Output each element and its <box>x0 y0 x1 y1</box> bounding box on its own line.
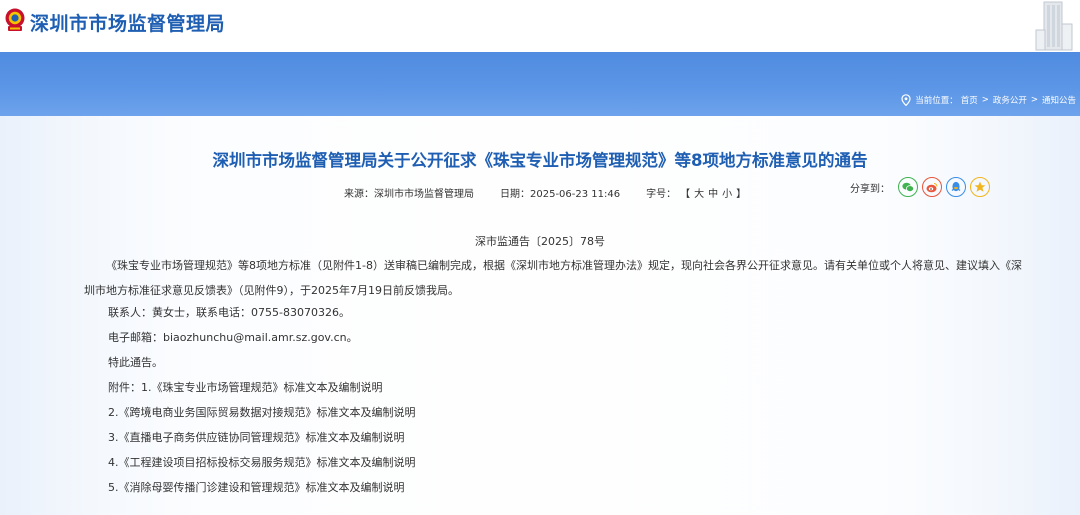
breadcrumb-gov-affairs[interactable]: 政务公开 <box>993 94 1027 106</box>
breadcrumb: 当前位置： 首页 > 政务公开 > 通知公告 <box>900 94 1076 106</box>
contact-line: 联系人：黄女士，联系电话：0755-83070326。 <box>108 306 350 319</box>
source-label: 来源： <box>344 189 374 200</box>
font-size-control: 字号： 【 大 中 小 】 <box>646 185 746 200</box>
site-header: 深圳市市场监督管理局 <box>0 0 1080 52</box>
date-value: 2025-06-23 11:46 <box>530 189 621 200</box>
notice-line: 特此通告。 <box>108 356 163 369</box>
font-size-bracket-open: 【 <box>680 189 691 200</box>
site-title[interactable]: 深圳市市场监督管理局 <box>30 9 225 36</box>
attachment-link[interactable]: 3.《直播电子商务供应链协同管理规范》标准文本及编制说明 <box>108 429 405 445</box>
font-size-label: 字号： <box>646 189 677 200</box>
font-size-bracket-close: 】 <box>736 189 747 200</box>
article-content: 深圳市市场监督管理局关于公开征求《珠宝专业市场管理规范》等8项地方标准意见的通告… <box>0 116 1080 515</box>
breadcrumb-separator: > <box>1030 95 1038 105</box>
qzone-icon <box>974 181 986 192</box>
breadcrumb-home[interactable]: 首页 <box>961 94 978 106</box>
document-number: 深市监通告〔2025〕78号 <box>475 235 605 248</box>
attachment-link[interactable]: 5.《消除母婴传播门诊建设和管理规范》标准文本及编制说明 <box>108 479 405 495</box>
banner: 当前位置： 首页 > 政务公开 > 通知公告 <box>0 52 1080 116</box>
share-label: 分享到： <box>850 183 890 195</box>
font-size-medium-button[interactable]: 中 <box>708 185 718 200</box>
email-line: 电子邮箱：biaozhunchu@mail.amr.sz.gov.cn。 <box>108 331 358 344</box>
share-wechat-button[interactable] <box>898 177 918 197</box>
breadcrumb-prefix: 当前位置： <box>915 96 958 106</box>
paragraph: 《珠宝专业市场管理规范》等8项地方标准（见附件1-8）送审稿已编制完成，根据《深… <box>84 259 1022 297</box>
attachment-link[interactable]: 附件：1.《珠宝专业市场管理规范》标准文本及编制说明 <box>108 379 383 395</box>
attachment-link[interactable]: 2.《跨境电商业务国际贸易数据对接规范》标准文本及编制说明 <box>108 404 416 420</box>
share-qq-button[interactable] <box>946 177 966 197</box>
font-size-small-button[interactable]: 小 <box>722 185 732 200</box>
source-value: 深圳市市场监督管理局 <box>374 189 474 200</box>
weibo-icon <box>926 182 938 192</box>
article-source: 来源：深圳市市场监督管理局 <box>344 185 474 200</box>
share-qzone-button[interactable] <box>970 177 990 197</box>
article-title: 深圳市市场监督管理局关于公开征求《珠宝专业市场管理规范》等8项地方标准意见的通告 <box>212 151 868 170</box>
emblem-icon <box>5 8 25 31</box>
location-pin-icon <box>901 94 911 106</box>
article-date: 日期：2025-06-23 11:46 <box>500 185 620 200</box>
article-meta: 来源：深圳市市场监督管理局 日期：2025-06-23 11:46 字号： 【 … <box>344 185 746 200</box>
qq-icon <box>951 181 961 192</box>
breadcrumb-separator: > <box>981 95 989 105</box>
wechat-icon <box>902 182 914 192</box>
building-icon <box>1035 1 1073 51</box>
attachment-link[interactable]: 4.《工程建设项目招标投标交易服务规范》标准文本及编制说明 <box>108 454 416 470</box>
share-bar: 分享到： <box>850 177 990 197</box>
font-size-large-button[interactable]: 大 <box>694 185 704 200</box>
share-weibo-button[interactable] <box>922 177 942 197</box>
date-label: 日期： <box>500 189 530 200</box>
breadcrumb-notices[interactable]: 通知公告 <box>1042 94 1076 106</box>
